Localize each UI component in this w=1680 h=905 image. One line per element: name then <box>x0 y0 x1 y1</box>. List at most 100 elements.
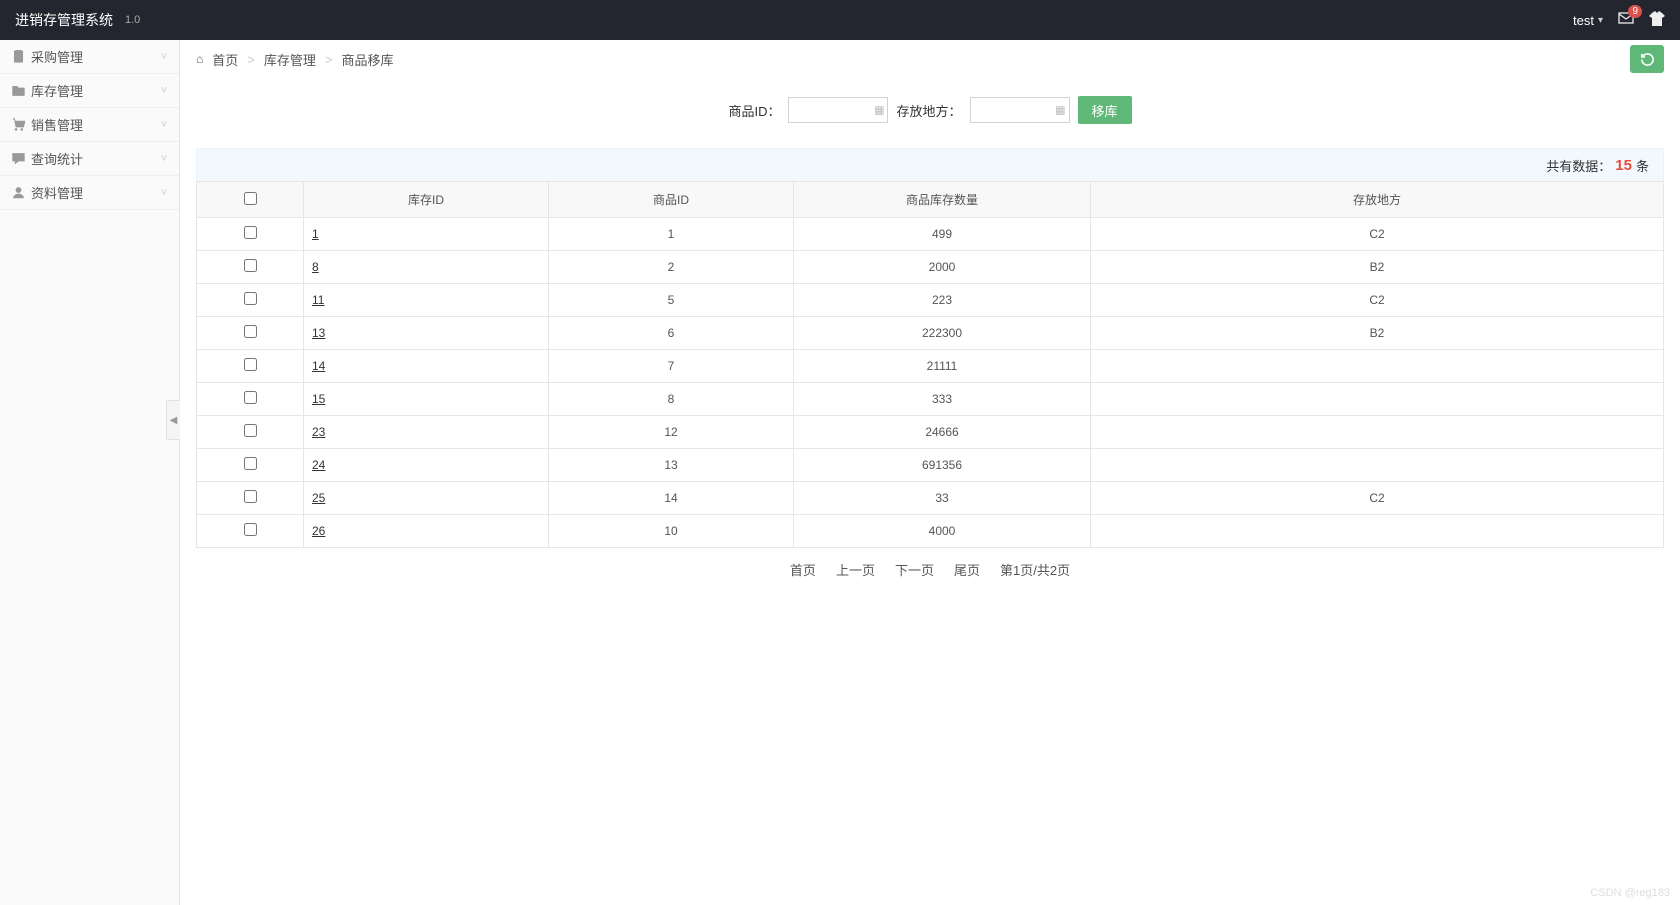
breadcrumb-level2: 商品移库 <box>341 50 393 69</box>
stock-id-link[interactable]: 24 <box>312 458 325 472</box>
stock-id-link[interactable]: 8 <box>312 260 319 274</box>
cell-location <box>1091 383 1664 416</box>
table-row: 231224666 <box>197 416 1664 449</box>
sidebar: 采购管理 ˅ 库存管理˅ 销售管理 ˅ 查询统计 ˅ 资料管理 ˅ ◀ <box>0 40 180 905</box>
stock-id-link[interactable]: 15 <box>312 392 325 406</box>
table-row: 11 5223C2 <box>197 284 1664 317</box>
row-checkbox[interactable] <box>244 424 257 437</box>
mail-badge: 9 <box>1628 5 1642 18</box>
sidebar-item-3[interactable]: 查询统计 ˅ <box>0 142 179 176</box>
sidebar-item-label: 销售管理 <box>31 115 83 134</box>
chevron-down-icon: ˅ <box>161 51 167 63</box>
table-row: 136222300B2 <box>197 317 1664 350</box>
cell-location: B2 <box>1091 317 1664 350</box>
cell-qty: 33 <box>794 482 1091 515</box>
stock-id-link[interactable]: 11 <box>312 293 324 307</box>
cell-product-id: 8 <box>549 383 794 416</box>
move-button[interactable]: 移库 <box>1078 96 1132 124</box>
cell-qty: 4000 <box>794 515 1091 548</box>
chevron-down-icon: ˅ <box>161 153 167 165</box>
row-checkbox[interactable] <box>244 358 257 371</box>
cell-location <box>1091 416 1664 449</box>
col-stock-id: 库存ID <box>304 182 549 218</box>
select-all-checkbox[interactable] <box>244 192 257 205</box>
clipboard-icon <box>12 50 25 63</box>
row-checkbox[interactable] <box>244 292 257 305</box>
stock-id-link[interactable]: 23 <box>312 425 325 439</box>
cell-product-id: 13 <box>549 449 794 482</box>
cell-product-id: 1 <box>549 218 794 251</box>
stock-id-link[interactable]: 26 <box>312 524 325 538</box>
table-row: 14721111 <box>197 350 1664 383</box>
app-title: 进销存管理系统 <box>15 10 113 30</box>
row-checkbox[interactable] <box>244 259 257 272</box>
mail-icon[interactable]: 9 <box>1618 11 1634 29</box>
row-checkbox[interactable] <box>244 226 257 239</box>
summary-prefix: 共有数据： <box>1546 156 1611 175</box>
pager-last[interactable]: 尾页 <box>954 560 980 579</box>
cell-location: C2 <box>1091 482 1664 515</box>
main-content: ⌂ 首页 > 库存管理 > 商品移库 商品ID： ▦ 存放地方： ▦ 移库 <box>180 40 1680 905</box>
user-menu[interactable]: test ▾ <box>1573 13 1603 28</box>
col-location: 存放地方 <box>1091 182 1664 218</box>
product-id-label: 商品ID： <box>728 101 780 120</box>
folder-icon <box>12 84 25 97</box>
cell-location <box>1091 449 1664 482</box>
watermark: CSDN @reg183 <box>1590 887 1670 899</box>
breadcrumb-level1[interactable]: 库存管理 <box>264 50 316 69</box>
chevron-down-icon: ˅ <box>161 187 167 199</box>
stock-id-link[interactable]: 14 <box>312 359 325 373</box>
row-checkbox[interactable] <box>244 523 257 536</box>
sidebar-item-label: 采购管理 <box>31 47 83 66</box>
sidebar-item-2[interactable]: 销售管理 ˅ <box>0 108 179 142</box>
location-input[interactable] <box>970 97 1070 123</box>
cell-product-id: 12 <box>549 416 794 449</box>
row-checkbox[interactable] <box>244 490 257 503</box>
breadcrumb-home[interactable]: 首页 <box>212 50 238 69</box>
user-icon <box>12 186 25 199</box>
sidebar-item-label: 资料管理 <box>31 183 83 202</box>
sidebar-item-label: 查询统计 <box>31 149 83 168</box>
breadcrumb: ⌂ 首页 > 库存管理 > 商品移库 <box>196 50 393 69</box>
cell-product-id: 7 <box>549 350 794 383</box>
stock-id-link[interactable]: 1 <box>312 227 319 241</box>
stock-id-link[interactable]: 25 <box>312 491 325 505</box>
table-row: 11499C2 <box>197 218 1664 251</box>
chevron-down-icon: ▾ <box>1598 15 1603 26</box>
cell-location: B2 <box>1091 251 1664 284</box>
summary-suffix: 条 <box>1636 156 1649 175</box>
summary-count: 15 <box>1615 157 1632 174</box>
sidebar-item-4[interactable]: 资料管理 ˅ <box>0 176 179 210</box>
stock-id-link[interactable]: 13 <box>312 326 325 340</box>
sidebar-item-0[interactable]: 采购管理 ˅ <box>0 40 179 74</box>
cell-qty: 223 <box>794 284 1091 317</box>
cell-qty: 691356 <box>794 449 1091 482</box>
product-id-input[interactable] <box>788 97 888 123</box>
cell-location: C2 <box>1091 284 1664 317</box>
header: 进销存管理系统 1.0 test ▾ 9 <box>0 0 1680 40</box>
chevron-down-icon: ˅ <box>161 119 167 131</box>
sidebar-item-1[interactable]: 库存管理˅ <box>0 74 179 108</box>
pager-prev[interactable]: 上一页 <box>836 560 875 579</box>
table-row: 24 13691356 <box>197 449 1664 482</box>
location-label: 存放地方： <box>896 101 961 120</box>
pager: 首页 上一页 下一页 尾页 第1页/共2页 <box>196 548 1664 591</box>
cell-location <box>1091 350 1664 383</box>
stock-table: 库存ID 商品ID 商品库存数量 存放地方 11499C2822000B2115… <box>196 181 1664 548</box>
cart-icon <box>12 118 25 131</box>
row-checkbox[interactable] <box>244 325 257 338</box>
sidebar-item-label: 库存管理 <box>31 81 83 100</box>
refresh-button[interactable] <box>1630 45 1664 73</box>
summary-bar: 共有数据： 15 条 <box>196 148 1664 182</box>
row-checkbox[interactable] <box>244 391 257 404</box>
cell-qty: 499 <box>794 218 1091 251</box>
cell-qty: 222300 <box>794 317 1091 350</box>
app-version: 1.0 <box>125 14 140 26</box>
row-checkbox[interactable] <box>244 457 257 470</box>
pager-first[interactable]: 首页 <box>790 560 816 579</box>
pager-next[interactable]: 下一页 <box>895 560 934 579</box>
table-row: 26104000 <box>197 515 1664 548</box>
tshirt-icon[interactable] <box>1649 11 1665 30</box>
cell-product-id: 5 <box>549 284 794 317</box>
sidebar-collapse-handle[interactable]: ◀ <box>166 400 180 440</box>
